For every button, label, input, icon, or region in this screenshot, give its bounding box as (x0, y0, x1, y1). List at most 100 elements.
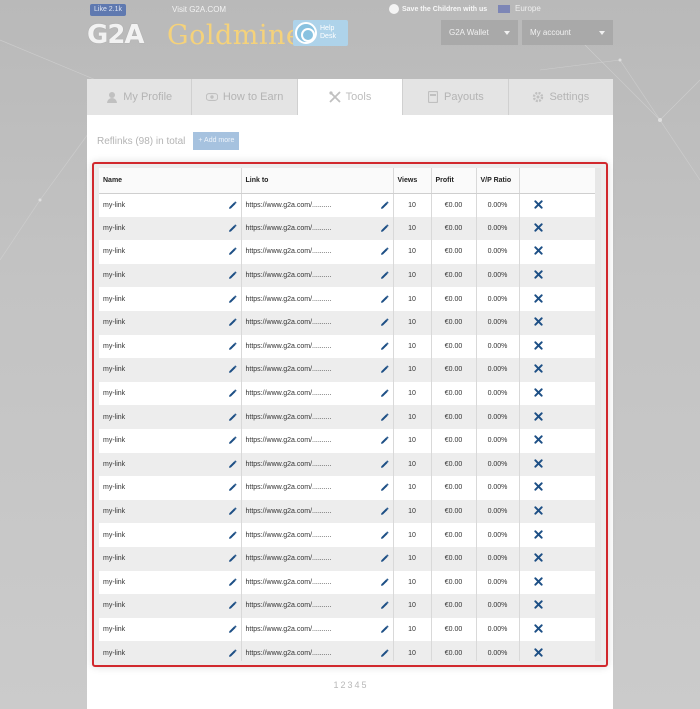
delete-x-icon[interactable] (533, 199, 543, 209)
logo-g2a[interactable]: G2A (87, 20, 145, 50)
reflinks-table: Name Link to Views Profit V/P Ratio my-l… (99, 168, 601, 661)
edit-link-pencil-icon[interactable] (380, 318, 389, 327)
delete-x-icon[interactable] (533, 459, 543, 468)
edit-link-pencil-icon[interactable] (380, 247, 389, 256)
edit-link-pencil-icon[interactable] (380, 507, 389, 516)
page-link[interactable]: 3 (347, 680, 352, 690)
delete-x-icon[interactable] (533, 624, 543, 633)
edit-name-pencil-icon[interactable] (228, 601, 237, 610)
edit-name-pencil-icon[interactable] (228, 625, 237, 634)
region-selector[interactable]: Europe (498, 4, 541, 13)
delete-x-icon[interactable] (533, 506, 543, 515)
views-cell: 10 (393, 641, 432, 661)
edit-link-pencil-icon[interactable] (380, 460, 389, 469)
actions-cell (519, 570, 601, 595)
edit-link-pencil-icon[interactable] (380, 224, 389, 233)
reflink-url: https://www.g2a.com/.......... (245, 272, 332, 280)
page-link[interactable]: 5 (362, 680, 367, 690)
scrollbar[interactable] (595, 168, 601, 661)
tab-how-to-earn[interactable]: How to Earn (192, 79, 298, 115)
edit-name-pencil-icon[interactable] (228, 318, 237, 327)
delete-x-icon[interactable] (533, 647, 543, 657)
page-link[interactable]: 2 (340, 680, 345, 690)
tab-settings[interactable]: Settings (508, 79, 614, 115)
tab-label: How to Earn (222, 91, 284, 103)
edit-link-pencil-icon[interactable] (380, 530, 389, 540)
link-cell: https://www.g2a.com/.......... (241, 358, 394, 382)
delete-x-icon[interactable] (533, 577, 543, 586)
delete-x-icon[interactable] (533, 482, 543, 492)
edit-link-pencil-icon[interactable] (380, 648, 389, 658)
name-cell: my-link (99, 476, 242, 500)
edit-name-pencil-icon[interactable] (228, 507, 237, 516)
visit-g2a-link[interactable]: Visit G2A.COM (172, 5, 226, 14)
link-cell: https://www.g2a.com/.......... (241, 381, 394, 406)
edit-name-pencil-icon[interactable] (228, 436, 237, 445)
edit-name-pencil-icon[interactable] (228, 412, 237, 422)
delete-x-icon[interactable] (533, 223, 543, 232)
name-cell: my-link (99, 381, 242, 406)
edit-name-pencil-icon[interactable] (228, 224, 237, 233)
edit-link-pencil-icon[interactable] (380, 625, 389, 634)
edit-link-pencil-icon[interactable] (380, 342, 389, 351)
edit-name-pencil-icon[interactable] (228, 295, 237, 304)
delete-x-icon[interactable] (533, 364, 543, 374)
edit-link-pencil-icon[interactable] (380, 578, 389, 587)
edit-link-pencil-icon[interactable] (380, 389, 389, 398)
account-dropdown[interactable]: My account (522, 20, 613, 45)
reflink-name: my-link (103, 578, 126, 586)
edit-name-pencil-icon[interactable] (228, 247, 237, 256)
edit-name-pencil-icon[interactable] (228, 200, 237, 210)
edit-link-pencil-icon[interactable] (380, 601, 389, 610)
delete-x-icon[interactable] (533, 412, 543, 421)
edit-name-pencil-icon[interactable] (228, 648, 237, 658)
logo-goldmine[interactable]: Goldmine (167, 20, 302, 51)
edit-link-pencil-icon[interactable] (380, 412, 389, 422)
profit-cell: €0.00 (431, 310, 477, 335)
edit-link-pencil-icon[interactable] (380, 271, 389, 280)
edit-link-pencil-icon[interactable] (380, 554, 389, 563)
ratio-cell: 0.00% (476, 428, 520, 453)
page-link[interactable]: 1 (333, 680, 338, 690)
tab-tools[interactable]: Tools (297, 79, 404, 115)
edit-name-pencil-icon[interactable] (228, 342, 237, 351)
edit-link-pencil-icon[interactable] (380, 295, 389, 304)
tab-my-profile[interactable]: My Profile (87, 79, 193, 115)
edit-name-pencil-icon[interactable] (228, 389, 237, 398)
edit-name-pencil-icon[interactable] (228, 271, 237, 280)
delete-x-icon[interactable] (533, 246, 543, 256)
delete-x-icon[interactable] (533, 553, 543, 562)
ratio-cell: 0.00% (476, 570, 520, 595)
reflink-url: https://www.g2a.com/.......... (245, 555, 332, 563)
profit-cell: €0.00 (431, 216, 477, 241)
edit-name-pencil-icon[interactable] (228, 578, 237, 587)
delete-x-icon[interactable] (533, 600, 543, 610)
edit-name-pencil-icon[interactable] (228, 554, 237, 563)
edit-name-pencil-icon[interactable] (228, 530, 237, 540)
edit-link-pencil-icon[interactable] (380, 200, 389, 210)
delete-x-icon[interactable] (533, 435, 543, 444)
delete-x-icon[interactable] (533, 388, 543, 397)
help-desk-button[interactable]: Help Desk (293, 20, 348, 46)
delete-x-icon[interactable] (533, 294, 543, 303)
edit-name-pencil-icon[interactable] (228, 365, 237, 374)
add-more-button[interactable]: + Add more (193, 132, 240, 150)
page-link[interactable]: 4 (355, 680, 360, 690)
table-row: my-link https://www.g2a.com/.......... 10 €… (99, 358, 601, 382)
edit-link-pencil-icon[interactable] (380, 483, 389, 492)
facebook-like-button[interactable]: Like 2.1k (90, 4, 127, 16)
tab-payouts[interactable]: Payouts (403, 79, 509, 115)
edit-name-pencil-icon[interactable] (228, 483, 237, 492)
delete-x-icon[interactable] (533, 270, 543, 279)
charity-link[interactable]: Save the Children with us (389, 4, 487, 14)
table-row: my-link https://www.g2a.com/.......... 10 €… (99, 476, 601, 500)
delete-x-icon[interactable] (533, 341, 543, 350)
delete-x-icon[interactable] (533, 317, 543, 326)
wallet-dropdown[interactable]: G2A Wallet (441, 20, 518, 45)
profit-cell: €0.00 (431, 546, 477, 571)
edit-name-pencil-icon[interactable] (228, 460, 237, 469)
delete-x-icon[interactable] (533, 529, 543, 539)
edit-link-pencil-icon[interactable] (380, 436, 389, 445)
edit-link-pencil-icon[interactable] (380, 365, 389, 374)
profit-cell: €0.00 (431, 405, 477, 429)
